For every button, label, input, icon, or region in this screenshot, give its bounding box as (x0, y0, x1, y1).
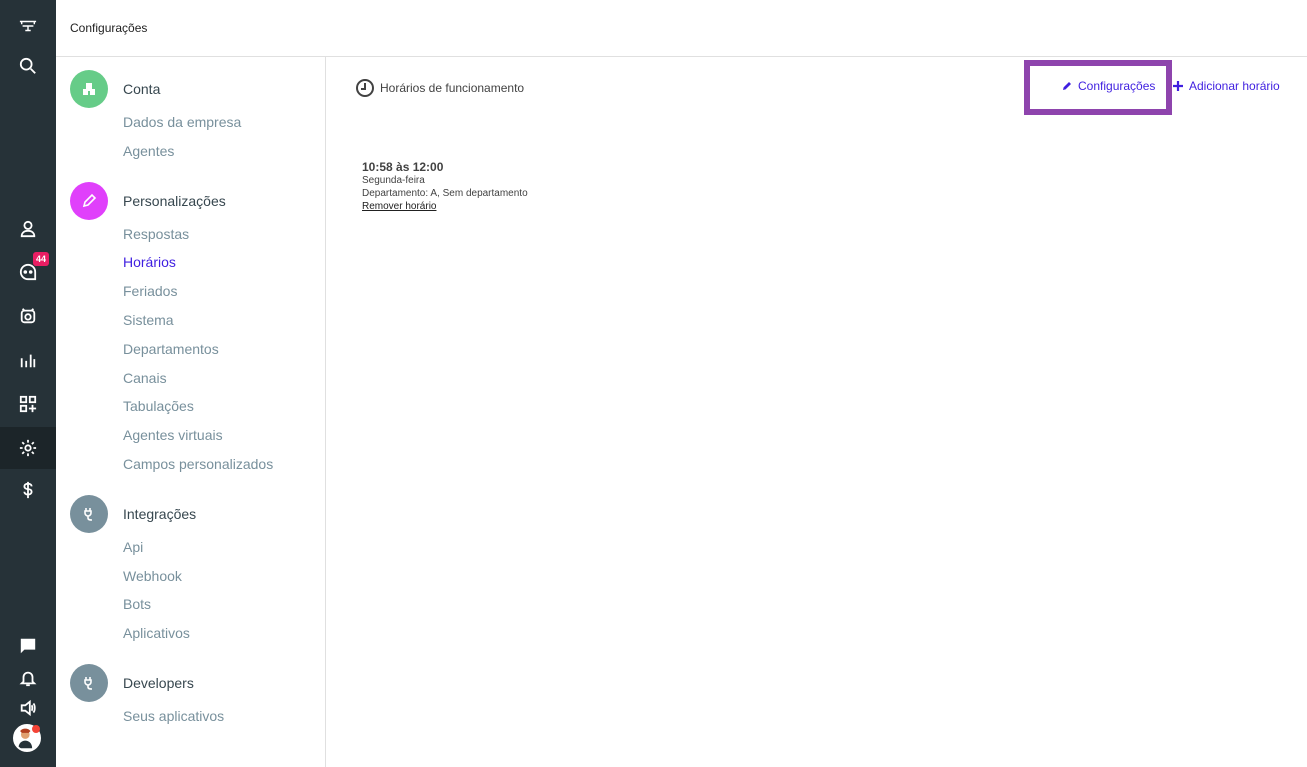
menu-item-agentes-virtuais[interactable]: Agentes virtuais (123, 427, 223, 443)
page-title: Configurações (70, 21, 148, 35)
remove-schedule-link[interactable]: Remover horário (362, 200, 528, 213)
schedule-time: 10:58 às 12:00 (362, 160, 444, 174)
menu-group-label: Conta (123, 81, 161, 97)
settings-button-label: Configurações (1078, 79, 1156, 93)
menu-item-sistema[interactable]: Sistema (123, 312, 174, 328)
plug-icon (70, 664, 108, 702)
menu-item-horarios[interactable]: Horários (123, 254, 176, 270)
menu-group-label: Integrações (123, 506, 197, 522)
status-dot (32, 725, 40, 733)
building-icon (70, 70, 108, 108)
schedule-entry: 10:58 às 12:00 Segunda-feira Departament… (362, 160, 528, 213)
reports-icon[interactable] (0, 340, 56, 380)
menu-item-webhook[interactable]: Webhook (123, 568, 182, 584)
menu-item-agentes[interactable]: Agentes (123, 143, 174, 159)
add-schedule-button[interactable]: Adicionar horário (1173, 79, 1280, 93)
menu-item-api[interactable]: Api (123, 539, 143, 555)
bot-icon[interactable] (0, 296, 56, 336)
menu-item-respostas[interactable]: Respostas (123, 226, 189, 242)
pencil-icon (1063, 82, 1071, 90)
apps-add-icon[interactable] (0, 384, 56, 424)
menu-group-personalizacoes: Personalizações (70, 182, 226, 220)
header: Configurações (56, 0, 1307, 57)
settings-menu: Conta Dados da empresa Agentes Personali… (56, 57, 326, 767)
add-schedule-label: Adicionar horário (1189, 79, 1280, 93)
clock-icon (356, 79, 374, 97)
menu-group-developers: Developers (70, 664, 194, 702)
sound-icon[interactable] (0, 688, 56, 728)
menu-item-canais[interactable]: Canais (123, 370, 167, 386)
section-title: Horários de funcionamento (356, 79, 524, 97)
menu-item-seus-aplicativos[interactable]: Seus aplicativos (123, 708, 224, 724)
menu-group-integracoes: Integrações (70, 495, 196, 533)
menu-group-label: Developers (123, 675, 194, 691)
settings-icon[interactable] (0, 427, 56, 469)
settings-button[interactable]: Configurações (1062, 79, 1155, 93)
menu-item-tabulacoes[interactable]: Tabulações (123, 398, 194, 414)
menu-item-feriados[interactable]: Feriados (123, 283, 177, 299)
menu-group-label: Personalizações (123, 193, 226, 209)
schedule-department: Departamento: A, Sem departamento (362, 188, 528, 199)
pencil-icon (70, 182, 108, 220)
menu-group-conta: Conta (70, 70, 160, 108)
chat-badge: 44 (33, 252, 50, 266)
main-content: Horários de funcionamento Configurações … (327, 57, 1307, 767)
menu-item-departamentos[interactable]: Departamentos (123, 341, 219, 357)
plug-icon (70, 495, 108, 533)
menu-item-dados-da-empresa[interactable]: Dados da empresa (123, 114, 241, 130)
search-icon[interactable] (0, 46, 56, 86)
logo-icon[interactable] (0, 6, 56, 46)
billing-icon[interactable] (0, 470, 56, 510)
menu-item-campos-personalizados[interactable]: Campos personalizados (123, 456, 273, 472)
menu-item-bots[interactable]: Bots (123, 596, 151, 612)
nav-rail: 44 (0, 0, 56, 767)
schedule-day: Segunda-feira (362, 175, 425, 186)
menu-item-aplicativos[interactable]: Aplicativos (123, 625, 190, 641)
contacts-icon[interactable] (0, 209, 56, 249)
plus-icon (1173, 81, 1183, 91)
section-title-text: Horários de funcionamento (380, 81, 525, 95)
